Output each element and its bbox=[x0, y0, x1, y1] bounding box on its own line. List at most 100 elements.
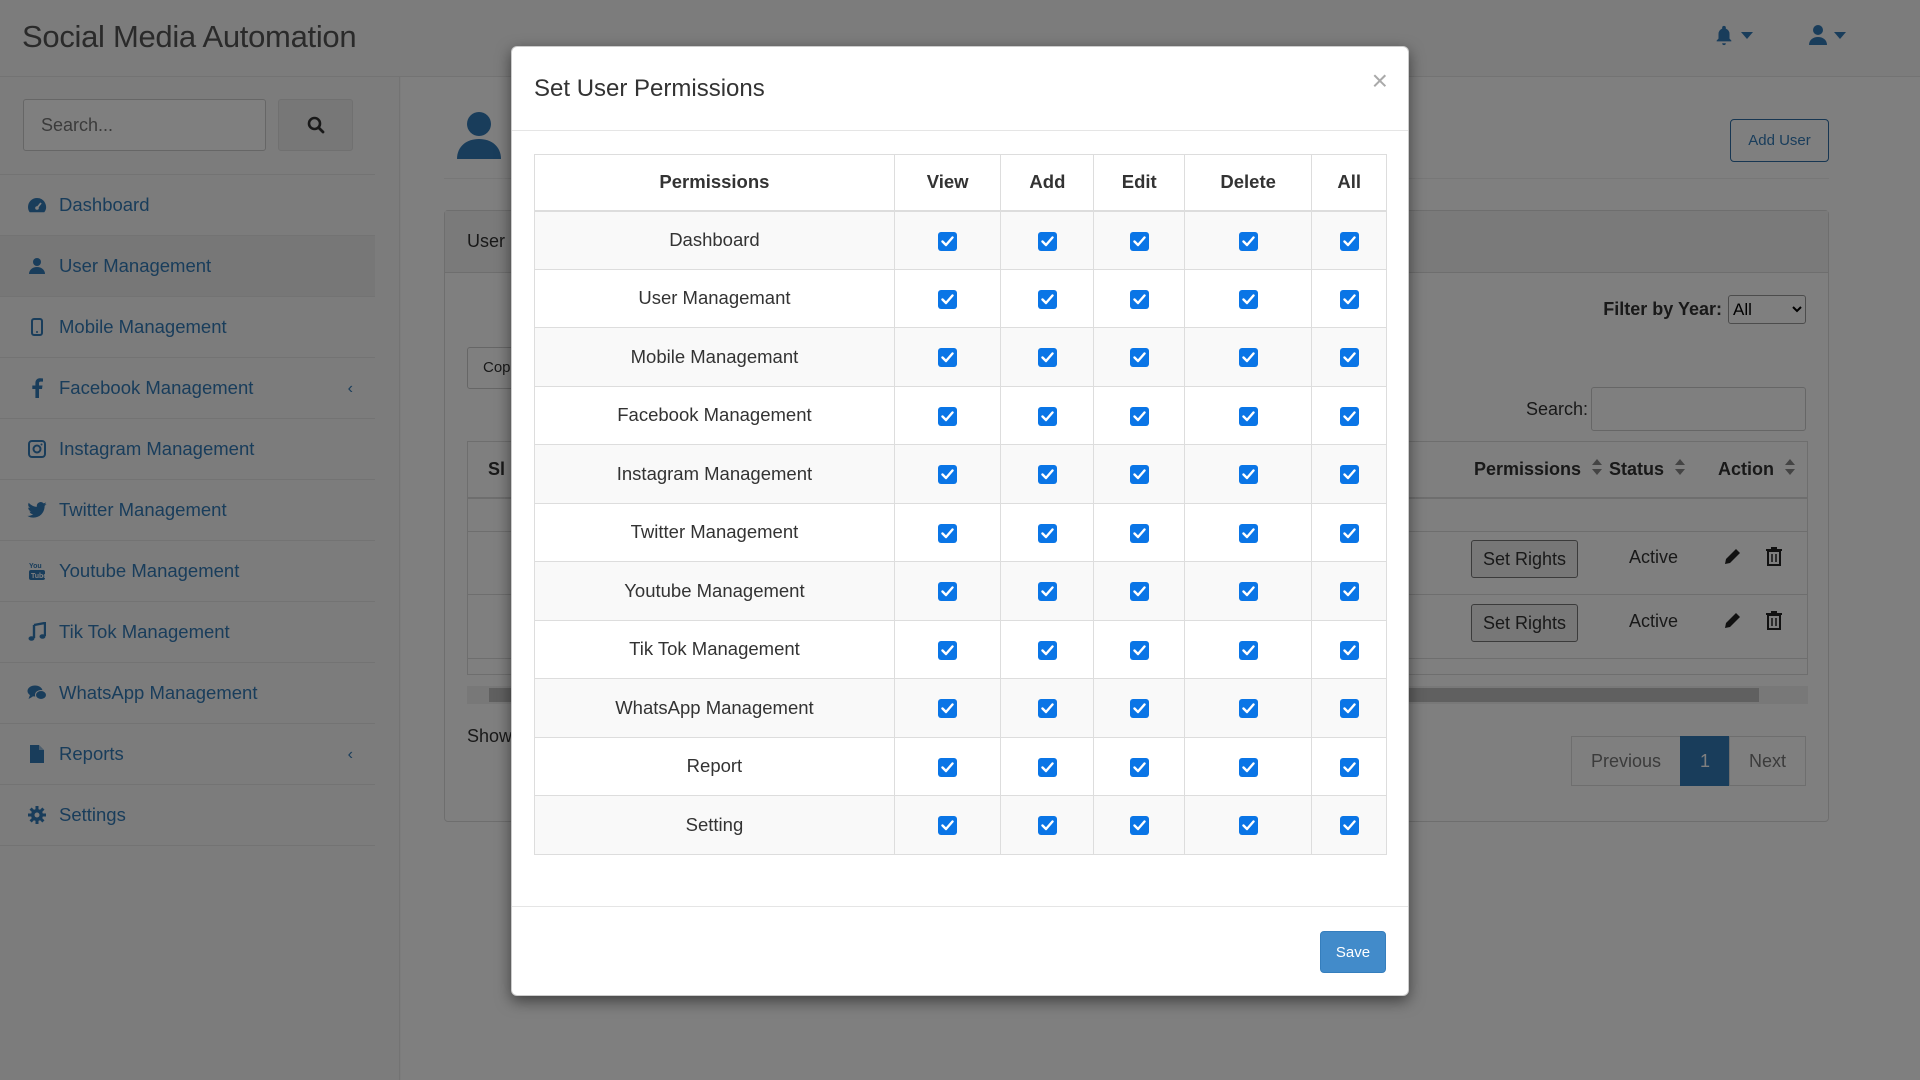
permission-cell-add bbox=[1000, 210, 1095, 270]
edit-checkbox[interactable] bbox=[1129, 699, 1149, 719]
add-checkbox[interactable] bbox=[1037, 465, 1057, 485]
delete-checkbox[interactable] bbox=[1238, 816, 1258, 836]
permission-cell-delete bbox=[1183, 327, 1313, 387]
permission-cell-add bbox=[1000, 619, 1095, 679]
edit-checkbox[interactable] bbox=[1129, 816, 1149, 836]
edit-checkbox[interactable] bbox=[1129, 640, 1149, 660]
permission-cell-view bbox=[893, 210, 1002, 270]
delete-checkbox[interactable] bbox=[1238, 523, 1258, 543]
permission-name: Youtube Management bbox=[534, 561, 895, 621]
all-checkbox[interactable] bbox=[1339, 465, 1359, 485]
view-checkbox[interactable] bbox=[938, 465, 958, 485]
permission-cell-view bbox=[893, 678, 1002, 738]
permission-cell-delete bbox=[1183, 444, 1313, 504]
permission-name: Report bbox=[534, 736, 895, 796]
permission-row: Youtube Management bbox=[534, 561, 1387, 621]
all-checkbox[interactable] bbox=[1339, 231, 1359, 251]
all-checkbox[interactable] bbox=[1339, 348, 1359, 368]
permission-cell-edit bbox=[1093, 268, 1185, 328]
add-checkbox[interactable] bbox=[1037, 289, 1057, 309]
edit-checkbox[interactable] bbox=[1129, 289, 1149, 309]
column-header-edit: Edit bbox=[1093, 154, 1185, 212]
delete-checkbox[interactable] bbox=[1238, 757, 1258, 777]
permission-cell-view bbox=[893, 268, 1002, 328]
view-checkbox[interactable] bbox=[938, 582, 958, 602]
add-checkbox[interactable] bbox=[1037, 816, 1057, 836]
add-checkbox[interactable] bbox=[1037, 757, 1057, 777]
permission-cell-all bbox=[1311, 736, 1387, 796]
view-checkbox[interactable] bbox=[938, 523, 958, 543]
permission-row: Dashboard bbox=[534, 210, 1387, 270]
add-checkbox[interactable] bbox=[1037, 523, 1057, 543]
view-checkbox[interactable] bbox=[938, 406, 958, 426]
permissions-table-body: Dashboard User Managemant Mobile Manageman… bbox=[534, 210, 1387, 855]
add-checkbox[interactable] bbox=[1037, 348, 1057, 368]
modal-header: Set User Permissions × bbox=[512, 47, 1408, 131]
delete-checkbox[interactable] bbox=[1238, 640, 1258, 660]
all-checkbox[interactable] bbox=[1339, 406, 1359, 426]
permission-cell-view bbox=[893, 736, 1002, 796]
permission-name: Mobile Managemant bbox=[534, 327, 895, 387]
edit-checkbox[interactable] bbox=[1129, 757, 1149, 777]
all-checkbox[interactable] bbox=[1339, 523, 1359, 543]
save-button[interactable]: Save bbox=[1320, 931, 1386, 973]
edit-checkbox[interactable] bbox=[1129, 523, 1149, 543]
all-checkbox[interactable] bbox=[1339, 582, 1359, 602]
add-checkbox[interactable] bbox=[1037, 699, 1057, 719]
delete-checkbox[interactable] bbox=[1238, 465, 1258, 485]
permission-cell-add bbox=[1000, 795, 1095, 855]
edit-checkbox[interactable] bbox=[1129, 406, 1149, 426]
permission-cell-all bbox=[1311, 619, 1387, 679]
permission-row: Tik Tok Management bbox=[534, 619, 1387, 679]
all-checkbox[interactable] bbox=[1339, 289, 1359, 309]
add-checkbox[interactable] bbox=[1037, 406, 1057, 426]
view-checkbox[interactable] bbox=[938, 699, 958, 719]
add-checkbox[interactable] bbox=[1037, 582, 1057, 602]
column-header-all: All bbox=[1311, 154, 1387, 212]
view-checkbox[interactable] bbox=[938, 640, 958, 660]
permission-name: Tik Tok Management bbox=[534, 619, 895, 679]
edit-checkbox[interactable] bbox=[1129, 348, 1149, 368]
permission-cell-all bbox=[1311, 268, 1387, 328]
all-checkbox[interactable] bbox=[1339, 816, 1359, 836]
permission-cell-all bbox=[1311, 561, 1387, 621]
permission-cell-delete bbox=[1183, 385, 1313, 445]
delete-checkbox[interactable] bbox=[1238, 582, 1258, 602]
permission-cell-delete bbox=[1183, 795, 1313, 855]
permission-cell-all bbox=[1311, 210, 1387, 270]
delete-checkbox[interactable] bbox=[1238, 289, 1258, 309]
column-header-delete: Delete bbox=[1183, 154, 1313, 212]
edit-checkbox[interactable] bbox=[1129, 231, 1149, 251]
permission-name: Setting bbox=[534, 795, 895, 855]
delete-checkbox[interactable] bbox=[1238, 348, 1258, 368]
permission-cell-delete bbox=[1183, 561, 1313, 621]
permission-cell-add bbox=[1000, 444, 1095, 504]
view-checkbox[interactable] bbox=[938, 289, 958, 309]
permission-name: Instagram Management bbox=[534, 444, 895, 504]
permission-name: User Managemant bbox=[534, 268, 895, 328]
delete-checkbox[interactable] bbox=[1238, 406, 1258, 426]
view-checkbox[interactable] bbox=[938, 816, 958, 836]
view-checkbox[interactable] bbox=[938, 231, 958, 251]
view-checkbox[interactable] bbox=[938, 348, 958, 368]
permission-cell-add bbox=[1000, 736, 1095, 796]
permission-row: Setting bbox=[534, 795, 1387, 855]
add-checkbox[interactable] bbox=[1037, 640, 1057, 660]
edit-checkbox[interactable] bbox=[1129, 465, 1149, 485]
permission-cell-edit bbox=[1093, 385, 1185, 445]
delete-checkbox[interactable] bbox=[1238, 699, 1258, 719]
permission-cell-delete bbox=[1183, 736, 1313, 796]
close-icon[interactable]: × bbox=[1372, 67, 1388, 95]
permission-cell-all bbox=[1311, 795, 1387, 855]
permission-cell-all bbox=[1311, 385, 1387, 445]
all-checkbox[interactable] bbox=[1339, 699, 1359, 719]
view-checkbox[interactable] bbox=[938, 757, 958, 777]
all-checkbox[interactable] bbox=[1339, 640, 1359, 660]
delete-checkbox[interactable] bbox=[1238, 231, 1258, 251]
add-checkbox[interactable] bbox=[1037, 231, 1057, 251]
all-checkbox[interactable] bbox=[1339, 757, 1359, 777]
permission-row: Instagram Management bbox=[534, 444, 1387, 504]
edit-checkbox[interactable] bbox=[1129, 582, 1149, 602]
permission-cell-edit bbox=[1093, 327, 1185, 387]
permission-cell-view bbox=[893, 444, 1002, 504]
